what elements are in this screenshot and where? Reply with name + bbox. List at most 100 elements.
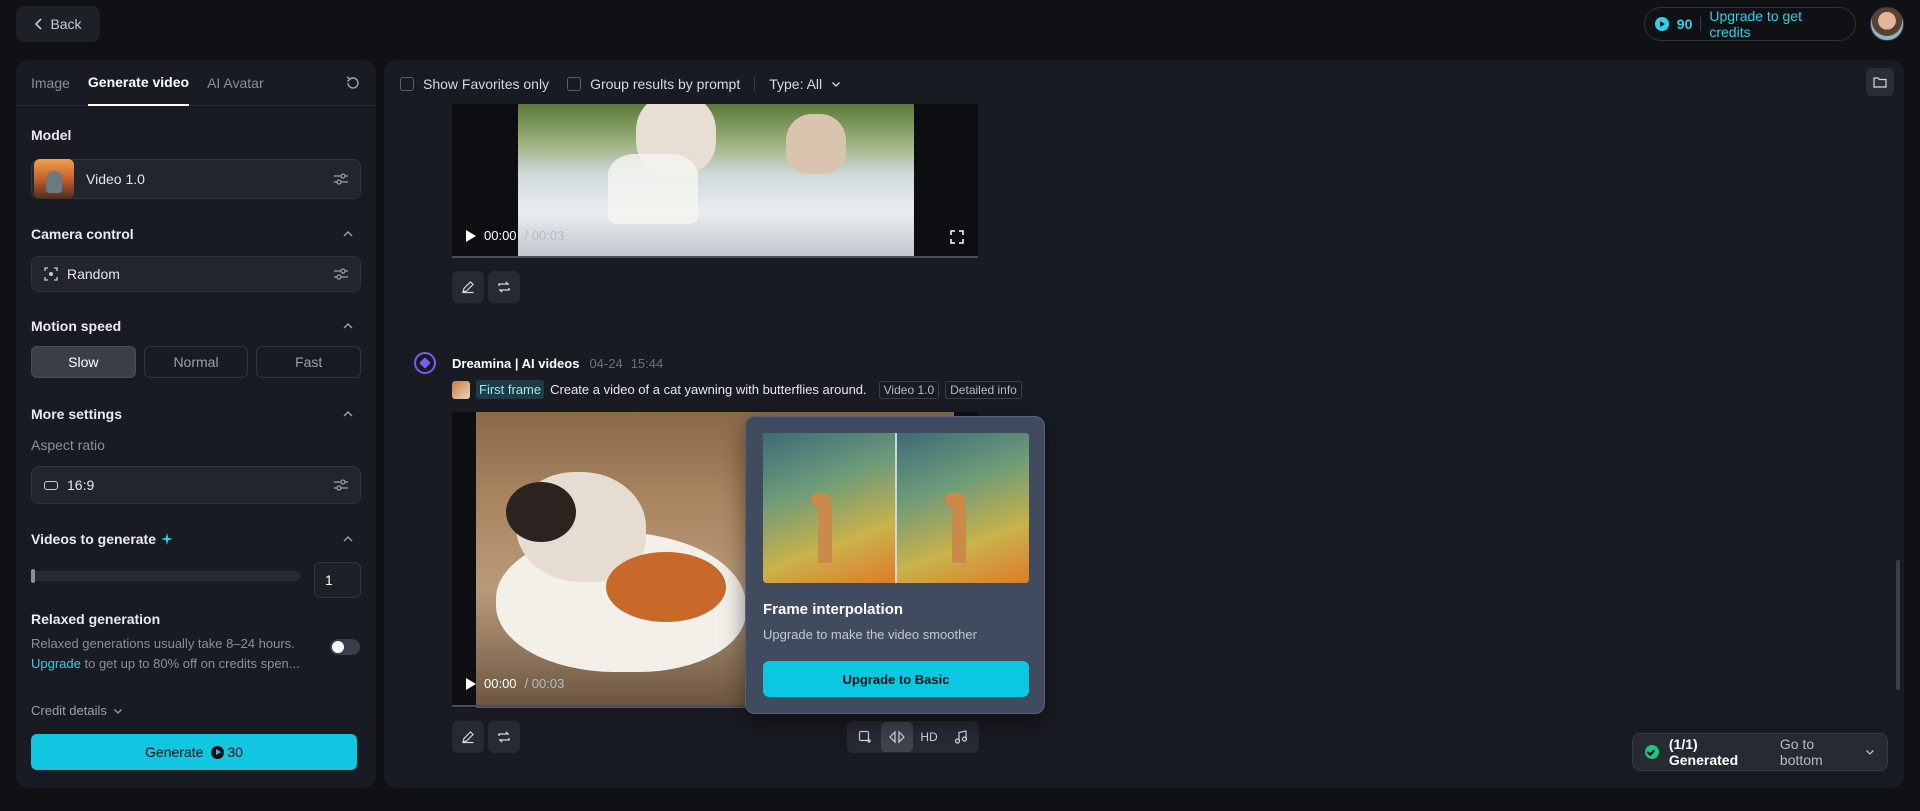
chevron-up-icon[interactable] bbox=[342, 533, 354, 545]
back-button[interactable]: Back bbox=[16, 6, 100, 42]
relaxed-desc-text-2: to get up to 80% off on credits spen... bbox=[80, 656, 300, 671]
top-bar: Back 90 Upgrade to get credits bbox=[0, 0, 1920, 48]
back-label: Back bbox=[50, 16, 82, 32]
aspect-ratio-icon bbox=[44, 480, 58, 490]
type-filter-label: Type: All bbox=[769, 76, 823, 92]
result-filters: Show Favorites only Group results by pro… bbox=[400, 72, 841, 96]
generate-cost: 30 bbox=[211, 744, 243, 760]
video-current-time: 00:00 bbox=[484, 228, 517, 243]
folder-button[interactable] bbox=[1866, 68, 1894, 96]
edit-button[interactable] bbox=[452, 271, 484, 303]
frame-interpolation-popover: Frame interpolation Upgrade to make the … bbox=[745, 416, 1045, 714]
edit-button[interactable] bbox=[452, 721, 484, 753]
settings-sliders-icon[interactable] bbox=[334, 173, 348, 185]
folder-icon bbox=[1873, 77, 1887, 88]
results-scrollbar[interactable] bbox=[1896, 560, 1900, 690]
chevron-up-icon[interactable] bbox=[342, 408, 354, 420]
mode-tabs: Image Generate video AI Avatar bbox=[16, 60, 376, 106]
videos-count-input[interactable]: 1 bbox=[314, 562, 361, 598]
model-value: Video 1.0 bbox=[86, 171, 145, 187]
video-duration: / 00:03 bbox=[524, 676, 565, 691]
videos-title-label: Videos to generate bbox=[31, 531, 157, 547]
regenerate-button[interactable] bbox=[488, 721, 520, 753]
hd-button[interactable]: HD bbox=[913, 722, 945, 752]
chevron-down-icon bbox=[832, 82, 841, 87]
credits-pill[interactable]: 90 Upgrade to get credits bbox=[1644, 7, 1856, 41]
interpolation-preview-image bbox=[763, 433, 1029, 583]
prompt-text: Create a video of a cat yawning with but… bbox=[550, 382, 867, 397]
divider bbox=[1700, 17, 1702, 31]
go-to-bottom-button[interactable]: Go to bottom bbox=[1780, 736, 1875, 768]
chevron-up-icon[interactable] bbox=[342, 320, 354, 332]
video-duration: / 00:03 bbox=[524, 228, 565, 243]
play-icon[interactable] bbox=[466, 229, 476, 242]
credit-coin-icon bbox=[1655, 17, 1669, 31]
frame-interpolation-button[interactable] bbox=[881, 722, 913, 752]
generate-button[interactable]: Generate 30 bbox=[31, 734, 357, 770]
videos-to-generate-title: Videos to generate bbox=[31, 531, 174, 547]
group-label: Group results by prompt bbox=[590, 76, 741, 92]
motion-speed-options: Slow Normal Fast bbox=[31, 346, 362, 378]
tab-ai-avatar[interactable]: AI Avatar bbox=[207, 60, 264, 106]
fullscreen-icon[interactable] bbox=[950, 230, 964, 244]
relaxed-generation-title: Relaxed generation bbox=[31, 611, 161, 627]
speed-fast-button[interactable]: Fast bbox=[256, 346, 362, 378]
slider-handle[interactable] bbox=[31, 569, 35, 583]
first-frame-label[interactable]: First frame bbox=[476, 380, 545, 399]
settings-sliders-icon[interactable] bbox=[334, 479, 348, 491]
credit-details-toggle[interactable]: Credit details bbox=[31, 703, 123, 718]
upgrade-credits-link[interactable]: Upgrade to get credits bbox=[1709, 8, 1845, 40]
sparkle-icon bbox=[161, 533, 174, 545]
checkbox-box bbox=[400, 77, 414, 91]
upgrade-link[interactable]: Upgrade bbox=[31, 656, 81, 671]
show-favorites-checkbox[interactable]: Show Favorites only bbox=[400, 76, 549, 92]
checkbox-box bbox=[567, 77, 582, 91]
motion-speed-title: Motion speed bbox=[31, 318, 122, 334]
camera-control-title: Camera control bbox=[31, 226, 134, 242]
favorites-label: Show Favorites only bbox=[423, 76, 550, 92]
aspect-ratio-selector[interactable]: 16:9 bbox=[31, 466, 361, 504]
video-thumbnail-cat-drinking bbox=[518, 104, 914, 258]
video-player-1[interactable]: 00:00 / 00:03 bbox=[452, 104, 978, 258]
model-selector[interactable]: Video 1.0 bbox=[31, 159, 361, 199]
model-thumbnail bbox=[34, 159, 74, 199]
play-icon[interactable] bbox=[466, 677, 476, 690]
upscale-frame-button[interactable] bbox=[849, 722, 881, 752]
first-frame-thumbnail[interactable] bbox=[452, 380, 470, 399]
credit-details-label: Credit details bbox=[31, 703, 107, 718]
generation-source: Dreamina | AI videos bbox=[452, 355, 580, 371]
chevron-up-icon[interactable] bbox=[342, 228, 354, 240]
repeat-icon bbox=[498, 731, 510, 743]
type-filter-dropdown[interactable]: Type: All bbox=[769, 76, 841, 92]
interpolation-icon bbox=[889, 730, 905, 744]
repeat-icon bbox=[498, 281, 510, 293]
relaxed-generation-toggle[interactable] bbox=[330, 639, 360, 655]
video-controls: 00:00 / 00:03 bbox=[466, 228, 564, 243]
popover-subtitle: Upgrade to make the video smoother bbox=[763, 627, 977, 642]
upgrade-to-basic-button[interactable]: Upgrade to Basic bbox=[763, 661, 1029, 697]
music-note-icon bbox=[954, 730, 968, 744]
settings-sliders-icon[interactable] bbox=[334, 268, 348, 280]
model-tag: Video 1.0 bbox=[878, 380, 940, 399]
generation-prompt: First frame Create a video of a cat yawn… bbox=[452, 380, 1022, 399]
model-title: Model bbox=[31, 127, 72, 143]
tab-generate-video[interactable]: Generate video bbox=[87, 60, 190, 106]
popover-title: Frame interpolation bbox=[763, 601, 904, 618]
camera-control-selector[interactable]: Random bbox=[31, 256, 361, 292]
video-tools: HD bbox=[847, 721, 979, 753]
speed-normal-button[interactable]: Normal bbox=[143, 346, 249, 378]
relaxed-generation-description: Relaxed generations usually take 8–24 ho… bbox=[31, 634, 321, 674]
credit-count: 90 bbox=[1676, 16, 1693, 32]
generated-count: (1/1) Generated bbox=[1668, 736, 1739, 768]
group-by-prompt-checkbox[interactable]: Group results by prompt bbox=[567, 76, 740, 92]
speed-slow-button[interactable]: Slow bbox=[31, 346, 136, 378]
add-sound-button[interactable] bbox=[945, 722, 977, 752]
videos-count-slider[interactable] bbox=[31, 569, 301, 583]
reset-icon[interactable] bbox=[344, 74, 362, 92]
detailed-info-tag[interactable]: Detailed info bbox=[945, 380, 1022, 399]
regenerate-button[interactable] bbox=[488, 271, 520, 303]
video-progress-bar[interactable] bbox=[452, 256, 978, 258]
tab-image[interactable]: Image bbox=[31, 60, 70, 106]
settings-panel: Image Generate video AI Avatar Model Vid… bbox=[16, 60, 376, 788]
avatar[interactable] bbox=[1870, 7, 1904, 41]
